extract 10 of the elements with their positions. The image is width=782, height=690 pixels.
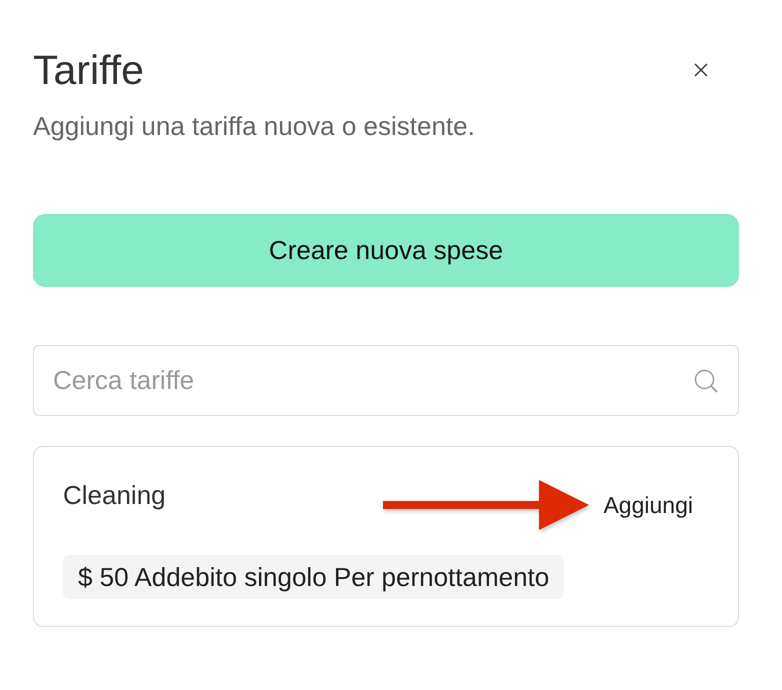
rate-details: $ 50 Addebito singolo Per pernottamento xyxy=(63,555,564,599)
dialog-title: Tariffe xyxy=(33,47,144,93)
search-field[interactable]: Cerca tariffe xyxy=(33,345,739,416)
dialog-subtitle: Aggiungi una tariffa nuova o esistente. xyxy=(33,111,476,141)
create-button[interactable]: Creare nuova spese xyxy=(33,214,739,287)
add-link[interactable]: Aggiungi xyxy=(603,491,693,519)
close-icon xyxy=(694,63,708,77)
close-button[interactable] xyxy=(694,63,708,77)
rate-name: Cleaning xyxy=(63,480,166,510)
search-icon xyxy=(694,369,718,393)
